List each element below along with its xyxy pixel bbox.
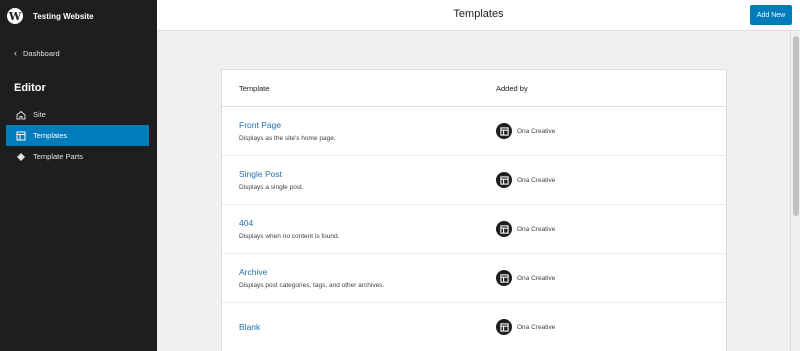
top-bar: Templates Add New bbox=[157, 0, 800, 31]
wordpress-logo-icon[interactable]: W bbox=[7, 8, 23, 24]
template-name-link[interactable]: Archive bbox=[239, 267, 496, 277]
template-cell: Single Post Displays a single post. bbox=[222, 169, 496, 191]
template-description: Displays post categories, tags, and othe… bbox=[239, 282, 385, 289]
table-row: Archive Displays post categories, tags, … bbox=[222, 254, 726, 303]
editor-title: Editor bbox=[14, 82, 46, 94]
vertical-scrollbar[interactable] bbox=[790, 32, 800, 351]
sidebar-item-templates[interactable]: Templates bbox=[6, 125, 149, 146]
table-row: Blank Ona Creative bbox=[222, 303, 726, 351]
template-description: Displays when no content is found. bbox=[239, 233, 340, 240]
layout-icon bbox=[496, 270, 512, 286]
chevron-left-icon: ‹ bbox=[14, 48, 17, 58]
content-area: Template Added by Front Page Displays as… bbox=[157, 32, 790, 351]
layout-icon bbox=[496, 221, 512, 237]
column-header-template: Template bbox=[239, 83, 270, 93]
sidebar-header: W Testing Website bbox=[0, 0, 157, 32]
author-name: Ona Creative bbox=[517, 127, 556, 135]
author-cell: Ona Creative bbox=[496, 319, 726, 335]
template-cell: 404 Displays when no content is found. bbox=[222, 218, 496, 240]
template-name-link[interactable]: Front Page bbox=[239, 120, 496, 130]
dashboard-link[interactable]: ‹ Dashboard bbox=[14, 48, 60, 58]
template-cell: Blank bbox=[222, 322, 496, 332]
layout-icon bbox=[16, 131, 26, 141]
add-new-button[interactable]: Add New bbox=[750, 5, 792, 25]
author-name: Ona Creative bbox=[517, 323, 556, 331]
sidebar-item-template-parts[interactable]: Template Parts bbox=[6, 146, 149, 167]
template-name-link[interactable]: Single Post bbox=[239, 169, 496, 179]
templates-table: Template Added by Front Page Displays as… bbox=[221, 69, 727, 351]
layout-icon bbox=[496, 123, 512, 139]
table-row: Single Post Displays a single post. Ona … bbox=[222, 156, 726, 205]
table-row: Front Page Displays as the site's home p… bbox=[222, 107, 726, 156]
template-description: Displays a single post. bbox=[239, 184, 304, 191]
layout-icon bbox=[496, 319, 512, 335]
sidebar-item-label: Site bbox=[33, 110, 46, 119]
diamond-icon bbox=[16, 152, 26, 162]
author-name: Ona Creative bbox=[517, 274, 556, 282]
site-name: Testing Website bbox=[33, 11, 94, 21]
template-cell: Archive Displays post categories, tags, … bbox=[222, 267, 496, 289]
author-cell: Ona Creative bbox=[496, 270, 726, 286]
scrollbar-thumb[interactable] bbox=[793, 36, 799, 216]
template-cell: Front Page Displays as the site's home p… bbox=[222, 120, 496, 142]
sidebar-item-label: Templates bbox=[33, 131, 68, 140]
home-icon bbox=[16, 110, 26, 120]
sidebar-nav: Site Templates Template Parts bbox=[6, 104, 149, 167]
sidebar-item-site[interactable]: Site bbox=[6, 104, 149, 125]
table-header: Template Added by bbox=[222, 70, 726, 107]
table-row: 404 Displays when no content is found. O… bbox=[222, 205, 726, 254]
column-header-added-by: Added by bbox=[496, 83, 528, 93]
author-cell: Ona Creative bbox=[496, 172, 726, 188]
template-name-link[interactable]: Blank bbox=[239, 322, 496, 332]
sidebar-item-label: Template Parts bbox=[33, 152, 84, 161]
editor-sidebar: W Testing Website ‹ Dashboard Editor Sit… bbox=[0, 0, 157, 351]
dashboard-label: Dashboard bbox=[23, 48, 60, 58]
author-name: Ona Creative bbox=[517, 225, 556, 233]
author-cell: Ona Creative bbox=[496, 221, 726, 237]
author-name: Ona Creative bbox=[517, 176, 556, 184]
page-title: Templates bbox=[453, 8, 504, 20]
template-name-link[interactable]: 404 bbox=[239, 218, 496, 228]
template-description: Displays as the site's home page. bbox=[239, 135, 336, 142]
author-cell: Ona Creative bbox=[496, 123, 726, 139]
layout-icon bbox=[496, 172, 512, 188]
